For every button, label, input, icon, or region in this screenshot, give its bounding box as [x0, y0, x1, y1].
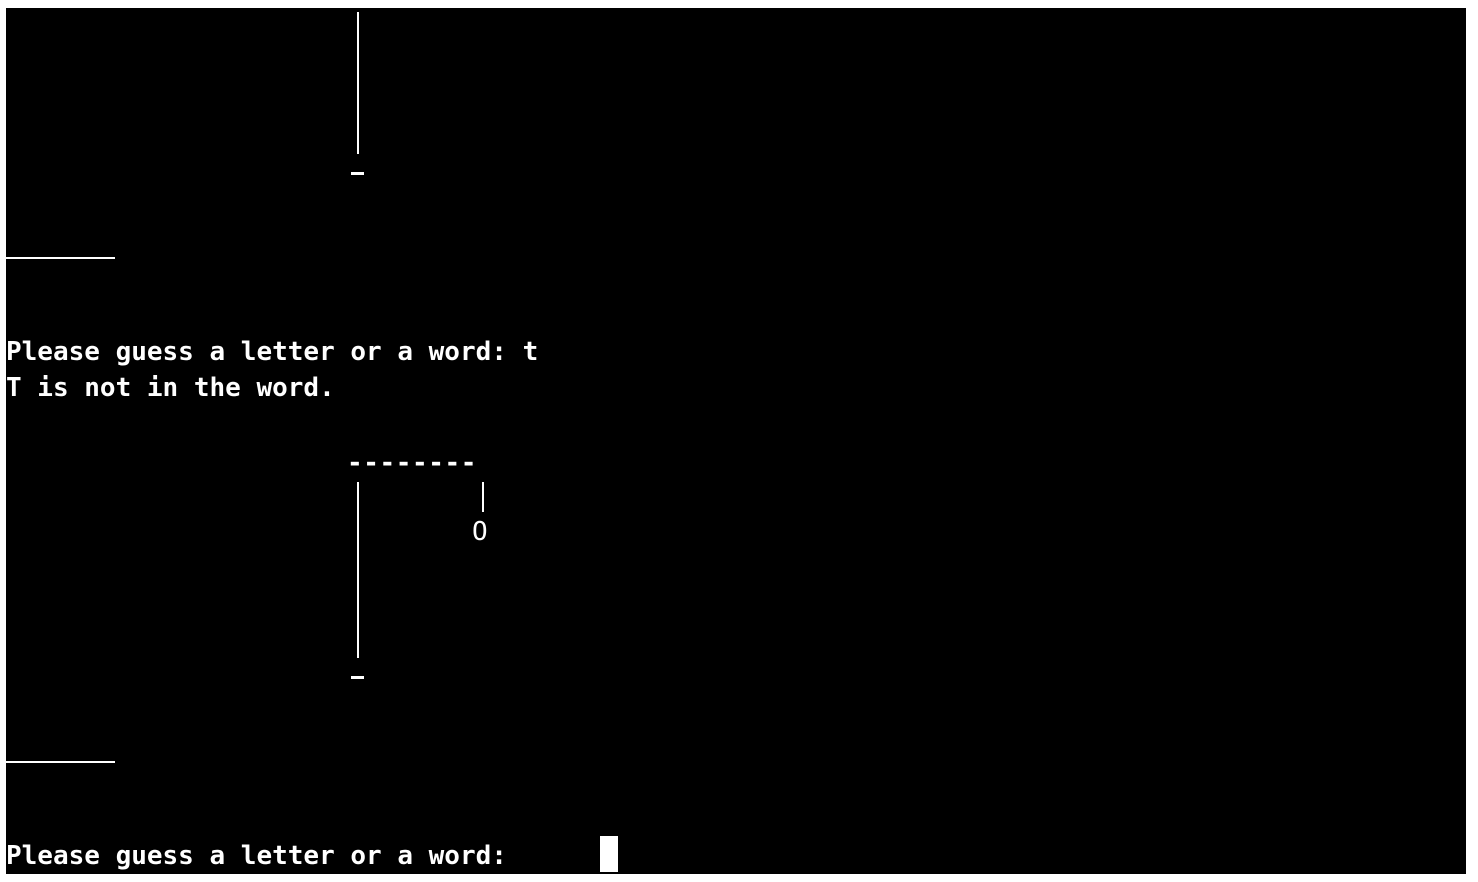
gallows-base	[351, 676, 364, 679]
hangman-head: O	[472, 517, 488, 547]
gallows-base	[351, 172, 364, 175]
gallows-rope	[482, 482, 484, 512]
word-blank-underline	[6, 761, 115, 763]
terminal-window[interactable]: Please guess a letter or a word: t T is …	[6, 8, 1466, 874]
previous-guess-line: Please guess a letter or a word: t	[6, 334, 538, 370]
guess-input: t	[522, 337, 539, 367]
gallows-pole	[357, 12, 359, 154]
current-guess-prompt: Please guess a letter or a word:	[6, 841, 523, 871]
guess-prompt: Please guess a letter or a word:	[6, 337, 523, 367]
gallows-top-beam: --------	[347, 448, 478, 478]
word-blank-underline	[6, 257, 115, 259]
block-cursor-icon[interactable]	[600, 836, 618, 872]
gallows-pole	[357, 482, 359, 658]
guess-response: T is not in the word.	[6, 373, 335, 403]
